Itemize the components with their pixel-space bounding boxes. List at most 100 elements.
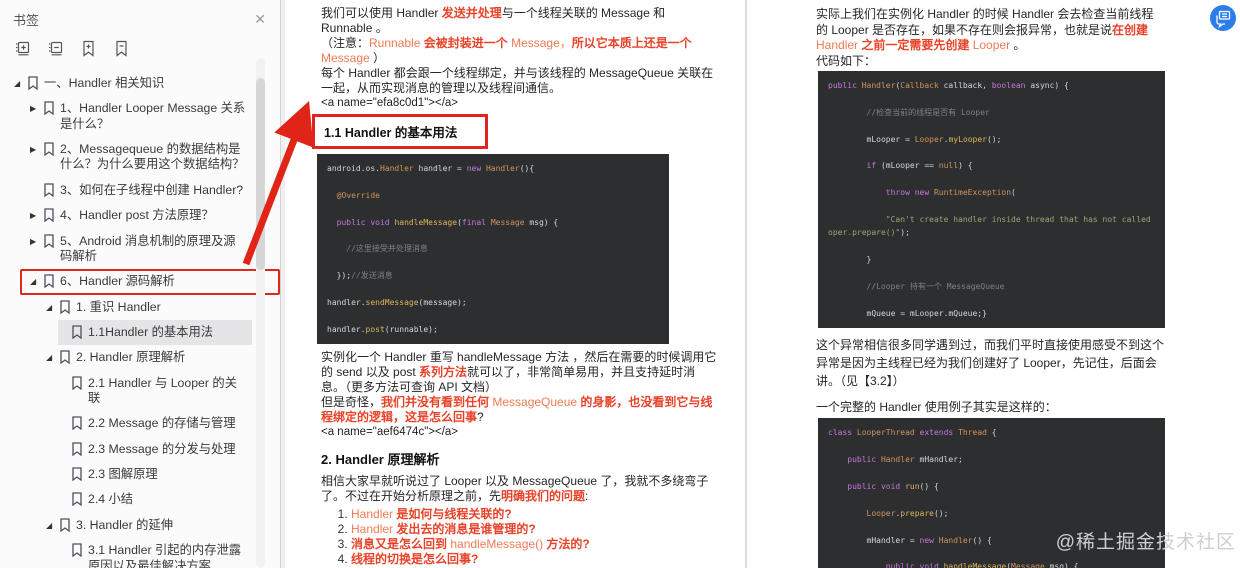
text-segment: 我们并没有看到任何 — [381, 395, 493, 410]
paragraph-believe: 相信大家早就听说过了 Looper 以及 MessageQueue 了，我就不多… — [321, 474, 719, 504]
translate-widget-button[interactable] — [1210, 5, 1236, 31]
paragraph-code-label: 代码如下： — [816, 54, 1165, 70]
code-line: handler.post(runnable); — [327, 324, 438, 334]
bookmark-icon — [43, 142, 55, 157]
bookmark-label: 2.4 小结 — [88, 492, 134, 507]
collapse-all-icon — [48, 41, 62, 55]
code-line: oper.prepare()"); — [828, 228, 910, 238]
bookmark-label: 6、Handler 源码解析 — [60, 274, 175, 289]
bookmark-tree-item[interactable]: 3、如何在子线程中创建 Handler? — [0, 178, 252, 203]
text-segment: 。 — [1013, 38, 1026, 52]
text-segment: 是如何与线程关联的? — [396, 507, 512, 522]
bookmark-label: 4、Handler post 方法原理？ — [60, 208, 214, 223]
bookmark-tree-item[interactable]: ▶ 1、Handler Looper Message 关系是什么？ — [0, 96, 252, 137]
code-block-looper-thread: class LooperThread extends Thread { publ… — [818, 418, 1165, 568]
bookmark-tree-item[interactable]: 2.2 Message 的存储与管理 — [0, 411, 252, 436]
code-line: handler.sendMessage(message); — [327, 298, 467, 308]
bookmark-icon — [43, 183, 55, 198]
expand-arrow-icon[interactable]: ▶ — [30, 145, 42, 155]
code-line: public void run() { — [847, 481, 939, 491]
text-segment: 之前一定需要先创建 — [861, 38, 973, 52]
text-segment: handleMessage() — [450, 537, 547, 552]
text-segment: 所以它本质上还是一个 — [571, 36, 692, 50]
bookmark-tree-item[interactable]: ◢ 1. 重识 Handler — [0, 295, 252, 320]
bookmark-tree-item[interactable]: 1.1Handler 的基本用法 — [58, 319, 252, 346]
anchor-text: <a name="efa8c0d1"></a> — [321, 97, 459, 109]
bookmark-label: 2.3 Message 的分发与处理 — [88, 441, 236, 456]
bookmark-tree-item[interactable]: 2.3 Message 的分发与处理 — [0, 437, 252, 462]
expand-all-icon — [15, 41, 29, 55]
text-segment: 发送并处理 — [441, 6, 502, 20]
code-block-handler-constructor: public Handler(Callback callback, boolea… — [818, 71, 1165, 329]
bookmark-tree-item[interactable]: ◢ 3. Handler 的延伸 — [0, 513, 252, 538]
bookmark-label: 2.2 Message 的存储与管理 — [88, 416, 236, 431]
bookmark-tree-item[interactable]: ▶ 4、Handler post 方法原理？ — [0, 203, 252, 228]
bookmark-label: 2.1 Handler 与 Looper 的关联 — [88, 375, 238, 406]
expand-arrow-icon[interactable]: ◢ — [46, 303, 58, 313]
text-segment: 消息又是怎么回到 — [351, 537, 451, 552]
text-segment: 这个异常相信很多同学遇到过，而我们平时直接使用感受不到这个异常是因为主线程已经为… — [816, 338, 1165, 389]
collapse-all-button[interactable] — [46, 39, 64, 57]
bookmark-icon — [43, 233, 55, 248]
bookmark-icon — [59, 518, 71, 533]
bookmark-tree-item[interactable]: 2.3 图解原理 — [0, 462, 252, 487]
bookmarks-sidebar: 书签 ✕ ◢ 一、Handler 相关知识 ▶ 1、Handler Looper… — [0, 0, 281, 568]
code-line: //检查当前的线程是否有 Looper — [866, 107, 990, 117]
remove-bookmark-button[interactable] — [112, 39, 130, 57]
add-bookmark-button[interactable] — [79, 39, 97, 57]
paragraph-note: （注意：Runnable 会被封装进一个 Message，所以它本质上还是一个 … — [321, 36, 719, 66]
question-item: 线程的切换是怎么回事? — [351, 552, 719, 567]
expand-arrow-icon[interactable]: ▶ — [30, 104, 42, 114]
bookmark-tree-item[interactable]: 2.1 Handler 与 Looper 的关联 — [0, 371, 252, 412]
code-line: mHandler = new Handler() { — [828, 535, 992, 545]
expand-arrow-icon[interactable]: ◢ — [46, 521, 58, 531]
text-segment: 明确我们的问题 — [501, 489, 586, 504]
text-segment: Looper — [972, 38, 1014, 52]
bookmark-icon — [71, 467, 83, 482]
expand-arrow-icon[interactable]: ▶ — [30, 211, 42, 221]
sidebar-scrollbar-thumb[interactable] — [256, 78, 265, 270]
text-segment: 线程的切换是怎么回事? — [351, 552, 479, 567]
code-line: public void handleMessage(Message msg) { — [885, 562, 1079, 568]
text-segment: 系列方法 — [419, 365, 468, 380]
expand-arrow-icon[interactable]: ◢ — [14, 79, 26, 89]
close-icon[interactable]: ✕ — [254, 11, 266, 28]
bookmark-tree-item[interactable]: ◢ 6、Handler 源码解析 — [20, 269, 280, 295]
bookmark-tree-item[interactable]: 3.1 Handler 引起的内存泄露原因以及最佳解决方案 — [0, 538, 252, 568]
bookmark-icon — [27, 76, 39, 91]
bookmark-tree-item[interactable]: 2.4 小结 — [0, 487, 252, 512]
bookmark-tree-item[interactable]: ▶ 2、Messagequeue 的数据结构是什么？为什么要用这个数据结构？ — [0, 137, 252, 178]
translate-widget-icon — [1210, 5, 1236, 31]
bookmark-tree: ◢ 一、Handler 相关知识 ▶ 1、Handler Looper Mess… — [0, 71, 280, 568]
bookmark-tree-item[interactable]: ▶ 5、Android 消息机制的原理及源码解析 — [0, 229, 252, 270]
text-segment: 我们可以使用 Handler — [321, 6, 442, 20]
bookmark-tree-item[interactable]: ◢ 2. Handler 原理解析 — [0, 345, 252, 370]
bookmark-icon — [71, 492, 83, 507]
text-segment: Handler — [351, 522, 397, 537]
expand-all-button[interactable] — [13, 39, 31, 57]
text-segment: 一个完整的 Handler 使用例子其实是这样的： — [816, 400, 1057, 415]
bookmark-icon — [71, 442, 83, 457]
paragraph-check: 实际上我们在实例化 Handler 的时候 Handler 会去检查当前线程的 … — [816, 7, 1165, 54]
text-segment: : — [585, 489, 589, 504]
expand-arrow-icon[interactable]: ◢ — [30, 277, 42, 287]
text-segment: 在创建 — [1112, 22, 1149, 37]
bookmark-tree-item[interactable]: ◢ 一、Handler 相关知识 — [0, 71, 252, 96]
bookmark-label: 3.1 Handler 引起的内存泄露原因以及最佳解决方案 — [88, 543, 242, 568]
code-block-handler-basic: android.os.Handler handler = new Handler… — [317, 154, 669, 345]
code-line: Looper.prepare(); — [866, 508, 949, 518]
expand-arrow-icon[interactable]: ◢ — [46, 353, 58, 363]
bookmarks-toolbar — [0, 31, 280, 61]
sidebar-header: 书签 ✕ — [0, 0, 280, 31]
code-line: });//发送消息 — [327, 271, 393, 281]
expand-arrow-icon[interactable]: ▶ — [30, 237, 42, 247]
bookmark-icon — [59, 299, 71, 314]
